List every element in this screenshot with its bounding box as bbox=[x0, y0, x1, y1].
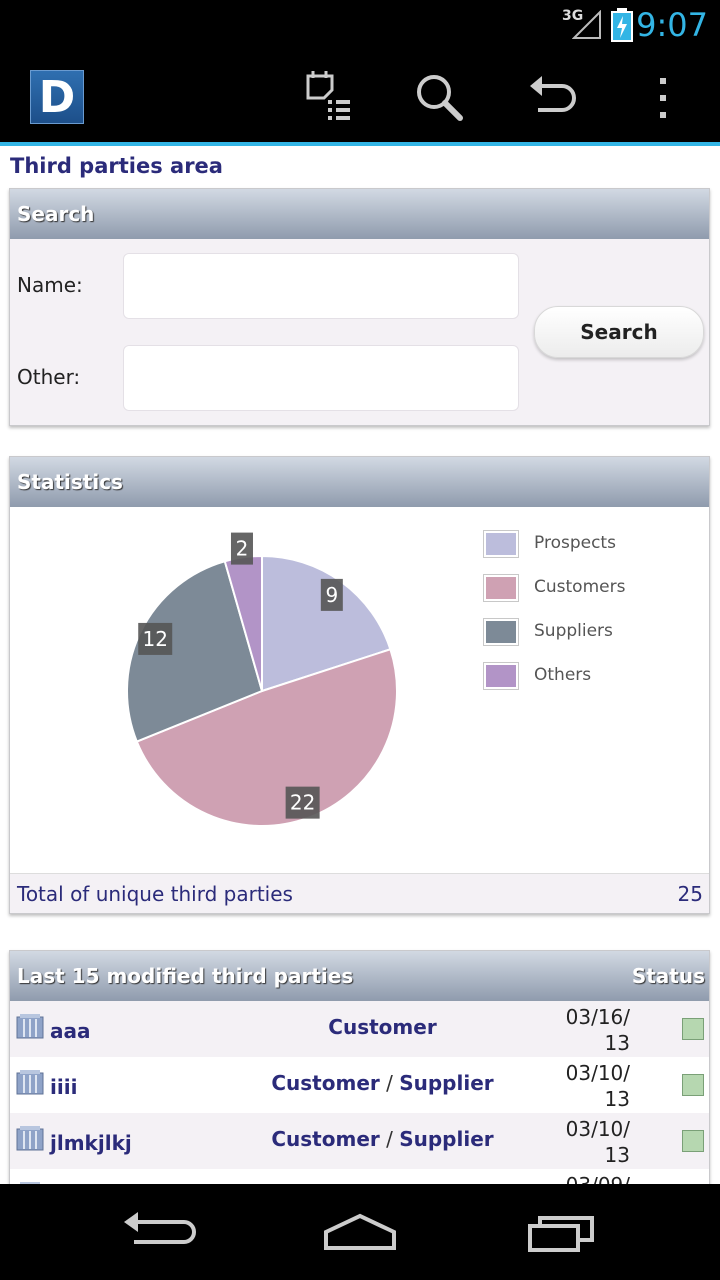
search-button[interactable]: Search bbox=[534, 306, 704, 358]
type-primary[interactable]: Customer bbox=[271, 1071, 379, 1095]
search-panel: Search Name: Other: Search bbox=[9, 188, 710, 426]
type-primary[interactable]: Customer bbox=[271, 1127, 379, 1151]
date-line-1: 03/16/ bbox=[565, 1005, 630, 1029]
pie-chart: 9 22 12 2 bbox=[126, 532, 398, 827]
legend-swatch bbox=[483, 662, 519, 690]
data-label-suppliers: 12 bbox=[138, 622, 173, 655]
type-primary[interactable]: Customer bbox=[328, 1015, 436, 1039]
status-bar: 3G 9:07 bbox=[0, 0, 720, 50]
last-modified-title: Last 15 modified third parties bbox=[17, 964, 354, 988]
clock: 9:07 bbox=[636, 6, 708, 44]
back-arrow-icon[interactable] bbox=[522, 68, 582, 128]
legend-swatch bbox=[483, 530, 519, 558]
data-label-others: 2 bbox=[230, 532, 253, 565]
status-indicator bbox=[682, 1130, 704, 1152]
third-party-name[interactable]: iiii bbox=[50, 1075, 77, 1099]
third-party-name[interactable]: jlmkjlkj bbox=[50, 1131, 132, 1155]
type-separator: / bbox=[379, 1127, 400, 1151]
action-bar: D bbox=[0, 50, 720, 146]
statistics-body: 9 22 12 2 Prospects Customers Suppliers Others bbox=[10, 507, 709, 873]
modified-date: 03/16/13 bbox=[540, 1004, 630, 1056]
type-separator: / bbox=[379, 1071, 400, 1095]
table-row[interactable]: iiii Customer / Supplier 03/10/13 bbox=[10, 1057, 709, 1113]
battery-charging-icon bbox=[611, 8, 633, 42]
date-line-1: 03/10/ bbox=[565, 1061, 630, 1085]
date-line-2: 13 bbox=[604, 1087, 630, 1111]
legend-label: Others bbox=[534, 665, 592, 685]
back-nav-icon[interactable] bbox=[120, 1210, 200, 1254]
table-row[interactable]: jlmkjlkj Customer / Supplier 03/10/13 bbox=[10, 1113, 709, 1169]
type-secondary[interactable]: Supplier bbox=[399, 1127, 493, 1151]
data-label-prospects: 9 bbox=[320, 578, 343, 611]
app-logo[interactable]: D bbox=[30, 70, 84, 124]
company-building-icon bbox=[16, 1014, 44, 1039]
statistics-panel: Statistics 9 22 12 2 Prospects Customers Supp… bbox=[9, 456, 710, 914]
svg-text:12: 12 bbox=[142, 627, 167, 651]
date-line-1: 03/09/ bbox=[566, 1173, 630, 1184]
table-row[interactable]: aaa Customer 03/16/13 bbox=[10, 1001, 709, 1057]
last-modified-panel: Last 15 modified third parties Status aa… bbox=[9, 950, 710, 1184]
legend-label: Suppliers bbox=[534, 621, 613, 641]
statistics-panel-title: Statistics bbox=[10, 457, 709, 507]
date-line-1: 03/10/ bbox=[565, 1117, 630, 1141]
total-label: Total of unique third parties bbox=[17, 882, 293, 906]
third-party-type[interactable]: Customer bbox=[210, 1015, 555, 1039]
legend-swatch bbox=[483, 574, 519, 602]
calendar-list-icon[interactable] bbox=[300, 68, 360, 128]
modified-date: 03/10/13 bbox=[540, 1060, 630, 1112]
navigation-bar bbox=[0, 1184, 720, 1280]
name-input[interactable] bbox=[123, 253, 519, 319]
recent-apps-icon[interactable] bbox=[522, 1210, 602, 1254]
status-indicator bbox=[682, 1074, 704, 1096]
table-row[interactable]: 03/09/ bbox=[10, 1169, 709, 1184]
modified-date: 03/10/13 bbox=[540, 1116, 630, 1168]
total-value: 25 bbox=[677, 882, 703, 906]
third-party-type[interactable]: Customer / Supplier bbox=[210, 1071, 555, 1095]
third-party-name[interactable]: aaa bbox=[50, 1019, 91, 1043]
other-label: Other: bbox=[17, 365, 81, 389]
page-title: Third parties area bbox=[10, 154, 223, 178]
third-party-type[interactable]: Customer / Supplier bbox=[210, 1127, 555, 1151]
home-nav-icon[interactable] bbox=[320, 1210, 400, 1254]
svg-text:9: 9 bbox=[325, 583, 338, 607]
content-area[interactable]: Third parties area Search Name: Other: S… bbox=[0, 146, 720, 1184]
status-column-header: Status bbox=[631, 964, 705, 988]
overflow-menu-icon[interactable] bbox=[633, 68, 693, 128]
company-building-icon bbox=[16, 1126, 44, 1151]
search-panel-title: Search bbox=[10, 189, 709, 239]
modified-date: 03/09/ bbox=[540, 1172, 630, 1184]
last-modified-header: Last 15 modified third parties Status bbox=[10, 951, 709, 1001]
search-icon[interactable] bbox=[410, 68, 470, 128]
company-building-icon bbox=[16, 1070, 44, 1095]
data-label-customers: 22 bbox=[285, 786, 320, 819]
name-label: Name: bbox=[17, 273, 83, 297]
total-row: Total of unique third parties 25 bbox=[10, 873, 709, 912]
other-input[interactable] bbox=[123, 345, 519, 411]
date-line-2: 13 bbox=[604, 1143, 630, 1167]
legend-swatch bbox=[483, 618, 519, 646]
third-party-list: aaa Customer 03/16/13 iiii Customer / Suppli… bbox=[10, 1001, 709, 1184]
svg-text:2: 2 bbox=[236, 537, 249, 561]
legend-label: Customers bbox=[534, 577, 626, 597]
date-line-2: 13 bbox=[604, 1031, 630, 1055]
svg-text:22: 22 bbox=[290, 791, 315, 815]
type-secondary[interactable]: Supplier bbox=[399, 1071, 493, 1095]
legend-label: Prospects bbox=[534, 533, 616, 553]
signal-icon bbox=[572, 10, 601, 39]
status-indicator bbox=[682, 1018, 704, 1040]
